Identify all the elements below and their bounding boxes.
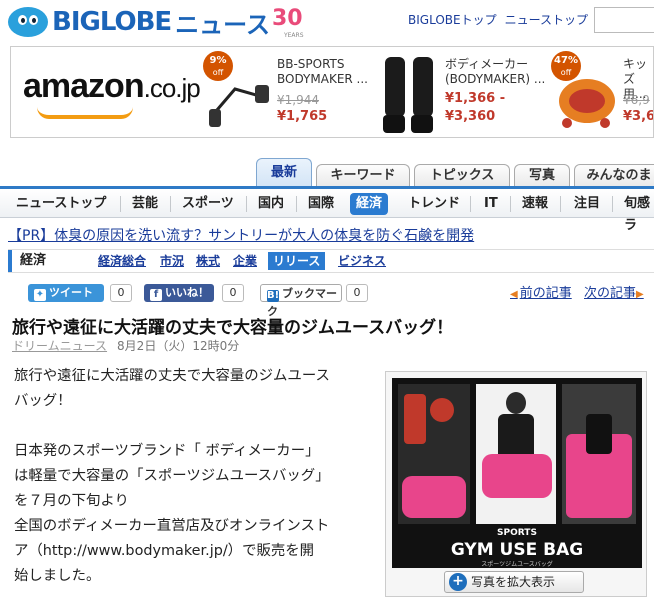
cat-domestic[interactable]: 国内: [258, 193, 284, 215]
article-source-link[interactable]: ドリームニュース: [12, 339, 107, 353]
sub-economy-general[interactable]: 経済総合: [98, 252, 146, 270]
logo-30-years: 30 YEARS: [271, 6, 304, 39]
divider: [560, 196, 561, 212]
ad-item-old-price: ¥1,944: [277, 93, 319, 107]
category-nav: ニューストップ 芸能 スポーツ 国内 国際 経済 トレンド IT 速報 注目 旬…: [0, 189, 654, 233]
sub-release[interactable]: リリース: [268, 252, 326, 270]
ad-item-price-high: ¥3,360: [445, 109, 496, 124]
tab-minna[interactable]: みんなのま: [574, 164, 654, 188]
cat-entertainment[interactable]: 芸能: [132, 193, 158, 215]
photo-panel-model: [476, 384, 556, 524]
ad-item-price: ¥3,6: [623, 109, 654, 124]
article-photo[interactable]: SPORTS GYM USE BAG スポーツジムユースバッグ: [392, 378, 642, 568]
amazon-ad-banner[interactable]: amazon.co.jp 9% off BB-SPORTS BODYMAKER ..…: [10, 46, 654, 138]
divider: [246, 196, 247, 212]
divider: [120, 196, 121, 212]
top-links: BIGLOBEトップ ニューストップ: [408, 11, 596, 28]
tab-topics[interactable]: トピックス: [414, 164, 510, 188]
article-figure: SPORTS GYM USE BAG スポーツジムユースバッグ + 写真を拡大表…: [385, 371, 647, 597]
site-header: BIGLOBE ニュース 30 YEARS BIGLOBEトップ ニューストップ: [0, 0, 654, 46]
cat-featured[interactable]: 注目: [574, 193, 600, 215]
cat-breaking[interactable]: 速報: [522, 193, 548, 215]
article-headline: 旅行や遠征に大活躍の丈夫で大容量のジムユースバッグ！: [12, 318, 454, 338]
cat-trend[interactable]: トレンド: [408, 193, 460, 215]
sub-stocks[interactable]: 株式: [196, 252, 220, 270]
triangle-right-icon: ▶: [636, 289, 644, 300]
skateboard-icon: [559, 79, 615, 128]
exercise-band-icon: [209, 85, 269, 127]
divider: [510, 196, 511, 212]
logo-text: BIGLOBE: [52, 7, 172, 37]
figure-title: GYM USE BAG: [450, 540, 584, 560]
hatena-b-icon: B!: [267, 290, 280, 302]
article-paragraph: 旅行や遠征に大活躍の丈夫で大容量のジムユース バッグ！: [14, 368, 330, 409]
next-article-link[interactable]: 次の記事▶: [584, 282, 646, 301]
cat-international[interactable]: 国際: [308, 193, 334, 215]
ad-item-title[interactable]: ボディメーカー (BODYMAKER) ...: [445, 57, 545, 87]
divider: [296, 196, 297, 212]
logo-news: ニュース: [175, 10, 270, 39]
ad-item-price: ¥1,366 -: [445, 91, 506, 106]
cat-economy[interactable]: 経済: [350, 193, 389, 215]
pr-link[interactable]: 【PR】体臭の原因を洗い流す？サントリーが大人の体臭を防ぐ石鹸を開発: [8, 225, 474, 245]
triangle-left-icon: ◀: [510, 289, 518, 300]
facebook-icon: f: [150, 289, 162, 301]
sub-market[interactable]: 市況: [160, 252, 184, 270]
section-title: 経済: [8, 250, 84, 272]
hatena-bookmark-button[interactable]: B! ブックマーク: [260, 284, 342, 318]
photo-panel-gear: [398, 384, 470, 524]
facebook-like-button[interactable]: f いいね！: [144, 284, 214, 302]
amazon-smile-icon: [37, 107, 133, 119]
like-count: 0: [222, 284, 244, 302]
tab-latest[interactable]: 最新: [256, 158, 312, 188]
photo-panel-bag-detail: [562, 384, 636, 524]
news-top-link[interactable]: ニューストップ: [505, 13, 588, 27]
biglobe-logo[interactable]: BIGLOBE ニュース 30 YEARS: [8, 5, 306, 39]
tab-photo[interactable]: 写真: [514, 164, 570, 188]
divider: [612, 196, 613, 212]
article-paragraph: 日本発のスポーツブランド「 ボディメーカー」 は軽量で大容量の「スポーツジムユース…: [14, 443, 330, 584]
prev-article-link[interactable]: ◀ 前の記事: [510, 282, 572, 301]
amazon-logo: amazon.co.jp: [23, 67, 201, 105]
shin-guard-icon: [383, 57, 433, 133]
cat-it[interactable]: IT: [484, 193, 498, 215]
article-meta: ドリームニュース 8月2日（火）12時0分: [12, 337, 239, 354]
divider: [170, 196, 171, 212]
ad-item-price: ¥1,765: [277, 109, 328, 124]
sub-companies[interactable]: 企業: [233, 252, 257, 270]
tweet-count: 0: [110, 284, 132, 302]
mascot-icon: [8, 7, 48, 37]
tab-bar: 最新 キーワード トピックス 写真 みんなのま: [0, 158, 654, 188]
figure-sports-text: SPORTS: [497, 528, 537, 538]
article-date: 8月2日（火）12時0分: [117, 339, 240, 353]
twitter-bird-icon: ✦: [34, 289, 46, 301]
cat-sports[interactable]: スポーツ: [182, 193, 234, 215]
tab-keyword[interactable]: キーワード: [316, 164, 410, 188]
hatena-count: 0: [346, 284, 368, 302]
article-body: 旅行や遠征に大活躍の丈夫で大容量のジムユース バッグ！ 日本発のスポーツブランド「…: [14, 364, 374, 608]
cat-shunkan[interactable]: 旬感ラ: [624, 193, 654, 233]
cat-news-top[interactable]: ニューストップ: [16, 193, 106, 215]
ad-item-title[interactable]: BB-SPORTS BODYMAKER ...: [277, 57, 368, 87]
search-input[interactable]: [594, 7, 654, 33]
figure-subtitle: スポーツジムユースバッグ: [481, 561, 553, 568]
tweet-button[interactable]: ✦ ツイート: [28, 284, 104, 302]
zoom-plus-icon: +: [449, 573, 467, 591]
economy-subnav: 経済 経済総合 市況 株式 企業 リリース ビジネス: [8, 249, 654, 273]
ad-item-old-price: ¥6,9: [623, 93, 650, 107]
zoom-photo-button[interactable]: + 写真を拡大表示: [444, 571, 584, 593]
biglobe-top-link[interactable]: BIGLOBEトップ: [408, 13, 497, 27]
sub-business[interactable]: ビジネス: [338, 252, 386, 270]
divider: [470, 196, 471, 212]
